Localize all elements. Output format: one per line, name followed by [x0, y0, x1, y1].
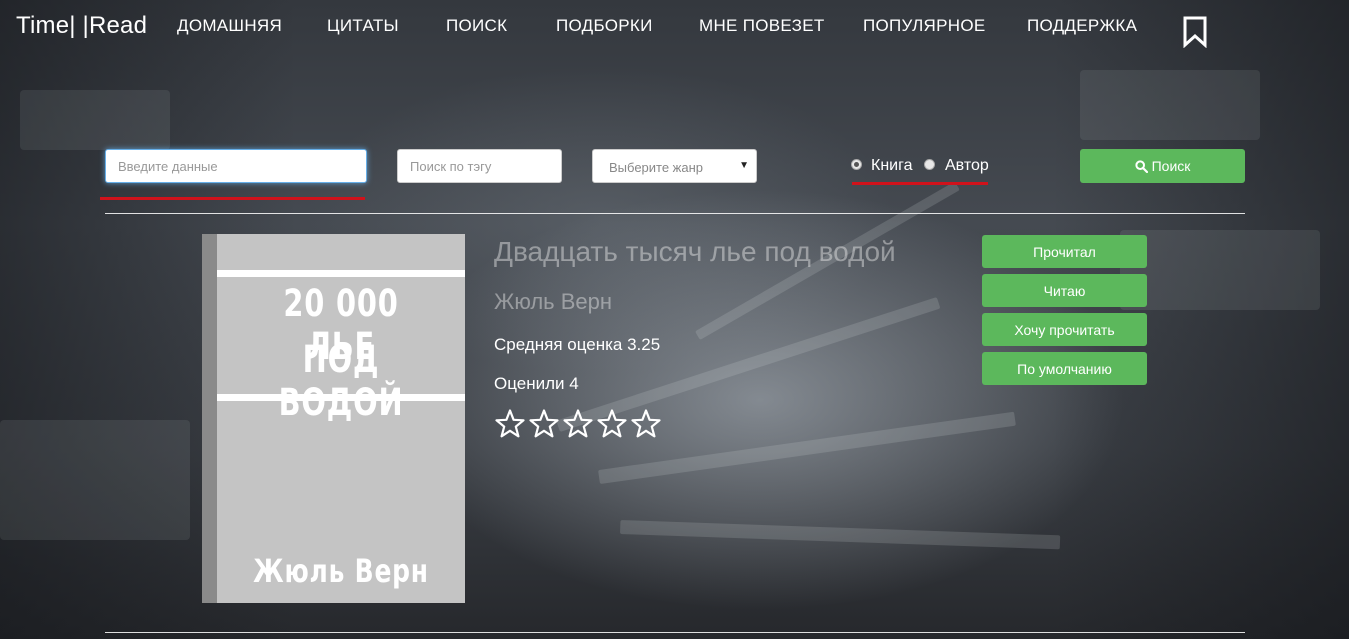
background-book	[20, 90, 170, 150]
radio-book-label[interactable]: Книга	[871, 157, 912, 175]
site-logo[interactable]: Time| |Read	[16, 12, 147, 40]
nav-item-collections[interactable]: ПОДБОРКИ	[556, 16, 653, 36]
cover-spine	[202, 234, 217, 603]
default-status-button[interactable]: По умолчанию	[982, 352, 1147, 385]
search-input-underline	[100, 197, 365, 200]
search-button[interactable]: Поиск	[1080, 149, 1245, 183]
radio-author-label[interactable]: Автор	[945, 157, 989, 175]
background-book	[0, 420, 190, 540]
cover-author: Жюль Верн	[253, 552, 429, 590]
bookmark-icon[interactable]	[1182, 16, 1208, 48]
divider-bottom	[105, 632, 1245, 633]
genre-select-value: Выберите жанр	[609, 160, 704, 175]
nav-item-lucky[interactable]: МНЕ ПОВЕЗЕТ	[699, 16, 825, 36]
search-button-label: Поиск	[1151, 158, 1191, 174]
rating-stars	[494, 408, 662, 440]
rated-count: Оценили 4	[494, 374, 579, 393]
search-input[interactable]	[105, 149, 367, 183]
nav-item-home[interactable]: ДОМАШНЯЯ	[177, 16, 282, 36]
want-to-read-button[interactable]: Хочу прочитать	[982, 313, 1147, 346]
nav-item-support[interactable]: ПОДДЕРЖКА	[1027, 16, 1137, 36]
book-author[interactable]: Жюль Верн	[494, 289, 612, 315]
book-cover-image[interactable]: 20 000 ЛЬЕ ПОД ВОДОЙ Жюль Верн	[202, 234, 465, 603]
top-navbar: Time| |Read ДОМАШНЯЯ ЦИТАТЫ ПОИСК ПОДБОР…	[0, 0, 1349, 52]
mark-reading-button[interactable]: Читаю	[982, 274, 1147, 307]
star-icon[interactable]	[494, 408, 526, 440]
cover-rule-bottom	[217, 394, 465, 401]
nav-item-quotes[interactable]: ЦИТАТЫ	[327, 16, 399, 36]
background-book	[1080, 70, 1260, 140]
radio-author[interactable]	[924, 159, 935, 170]
radio-group-underline	[852, 182, 988, 185]
search-icon	[1134, 159, 1148, 173]
star-icon[interactable]	[562, 408, 594, 440]
star-icon[interactable]	[630, 408, 662, 440]
cover-rule-top	[217, 270, 465, 277]
book-title[interactable]: Двадцать тысяч лье под водой	[494, 236, 896, 268]
radio-book[interactable]	[851, 159, 862, 170]
cover-title-line2: ПОД ВОДОЙ	[278, 338, 404, 424]
caret-down-icon: ▼	[739, 160, 749, 171]
star-icon[interactable]	[528, 408, 560, 440]
star-icon[interactable]	[596, 408, 628, 440]
average-rating: Средняя оценка 3.25	[494, 335, 661, 354]
nav-item-popular[interactable]: ПОПУЛЯРНОЕ	[863, 16, 986, 36]
mark-read-button[interactable]: Прочитал	[982, 235, 1147, 268]
nav-item-search[interactable]: ПОИСК	[446, 16, 507, 36]
tag-search-input[interactable]	[397, 149, 562, 183]
background-book	[1120, 230, 1320, 310]
divider	[105, 213, 1245, 214]
genre-select[interactable]: Выберите жанр ▼	[592, 149, 757, 183]
